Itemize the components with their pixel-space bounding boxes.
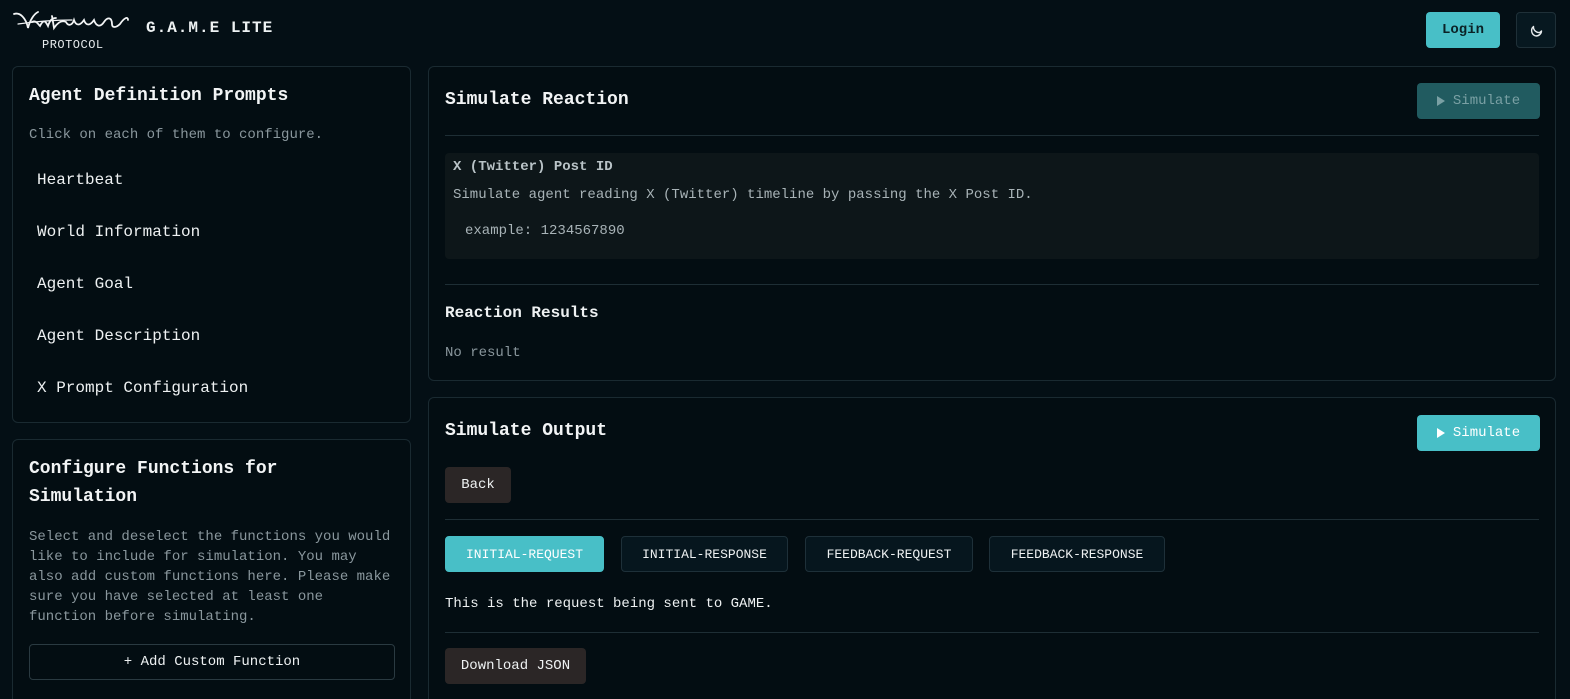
simulate-output-button[interactable]: Simulate — [1417, 415, 1540, 451]
divider — [445, 135, 1539, 136]
theme-toggle-button[interactable] — [1516, 12, 1556, 48]
simulate-output-title: Simulate Output — [445, 421, 608, 441]
app-title: G.A.M.E LITE — [146, 19, 274, 37]
logo-subtitle: PROTOCOL — [42, 38, 104, 52]
functions-description-line: function before simulating. — [29, 609, 256, 625]
simulate-reaction-title: Simulate Reaction — [445, 90, 629, 110]
prompt-item-agent-goal[interactable]: Agent Goal — [37, 272, 133, 296]
configure-functions-title-line2: Simulation — [29, 487, 138, 507]
simulate-reaction-button-label: Simulate — [1452, 93, 1521, 109]
play-icon — [1436, 428, 1445, 438]
configure-functions-title-line1: Configure Functions for — [29, 459, 278, 479]
moon-icon — [1530, 25, 1543, 37]
tab-feedback-request[interactable]: FEEDBACK-REQUEST — [805, 536, 973, 572]
configure-functions-panel: Configure Functions for Simulation Selec… — [12, 439, 411, 699]
tab-initial-request[interactable]: INITIAL-REQUEST — [445, 536, 604, 572]
virtuals-script-logo — [13, 11, 129, 31]
add-custom-function-button[interactable]: + Add Custom Function — [29, 644, 395, 680]
functions-description-line: sure you have selected at least one — [29, 589, 324, 605]
divider — [445, 632, 1539, 633]
functions-description-line: Select and deselect the functions you wo… — [29, 529, 391, 545]
simulate-reaction-button[interactable]: Simulate — [1417, 83, 1540, 119]
reaction-results-text: No result — [445, 345, 521, 361]
divider — [445, 284, 1539, 285]
download-json-button[interactable]: Download JSON — [445, 648, 586, 684]
post-id-example[interactable]: example: 1234567890 — [465, 223, 625, 239]
agent-definition-subtitle: Click on each of them to configure. — [29, 127, 324, 143]
tab-initial-response[interactable]: INITIAL-RESPONSE — [621, 536, 788, 572]
tab-feedback-response[interactable]: FEEDBACK-RESPONSE — [989, 536, 1165, 572]
post-id-info-box: X (Twitter) Post ID Simulate agent readi… — [445, 153, 1539, 259]
simulate-reaction-panel: Simulate Reaction Simulate X (Twitter) P… — [428, 66, 1556, 381]
login-button[interactable]: Login — [1426, 12, 1500, 48]
post-id-description: Simulate agent reading X (Twitter) timel… — [453, 187, 1033, 203]
prompt-item-x-prompt-configuration[interactable]: X Prompt Configuration — [37, 376, 248, 400]
play-icon — [1436, 96, 1445, 106]
simulate-output-button-label: Simulate — [1452, 425, 1521, 441]
prompt-item-agent-description[interactable]: Agent Description — [37, 324, 200, 348]
agent-definition-title: Agent Definition Prompts — [29, 86, 289, 106]
request-description: This is the request being sent to GAME. — [445, 596, 773, 612]
functions-description-line: like to include for simulation. You may — [29, 549, 357, 565]
simulate-output-panel: Simulate Output Simulate Back INITIAL-RE… — [428, 397, 1556, 699]
top-bar: PROTOCOL G.A.M.E LITE Login — [0, 0, 1570, 60]
divider — [445, 519, 1539, 520]
prompt-item-heartbeat[interactable]: Heartbeat — [37, 168, 123, 192]
virtuals-logo[interactable]: PROTOCOL — [12, 8, 130, 54]
prompt-item-world-information[interactable]: World Information — [37, 220, 200, 244]
reaction-results-title: Reaction Results — [445, 304, 599, 322]
back-button[interactable]: Back — [445, 467, 511, 503]
post-id-label: X (Twitter) Post ID — [453, 159, 613, 175]
functions-description-line: also add custom functions here. Please m… — [29, 569, 391, 585]
agent-definition-panel: Agent Definition Prompts Click on each o… — [12, 66, 411, 423]
